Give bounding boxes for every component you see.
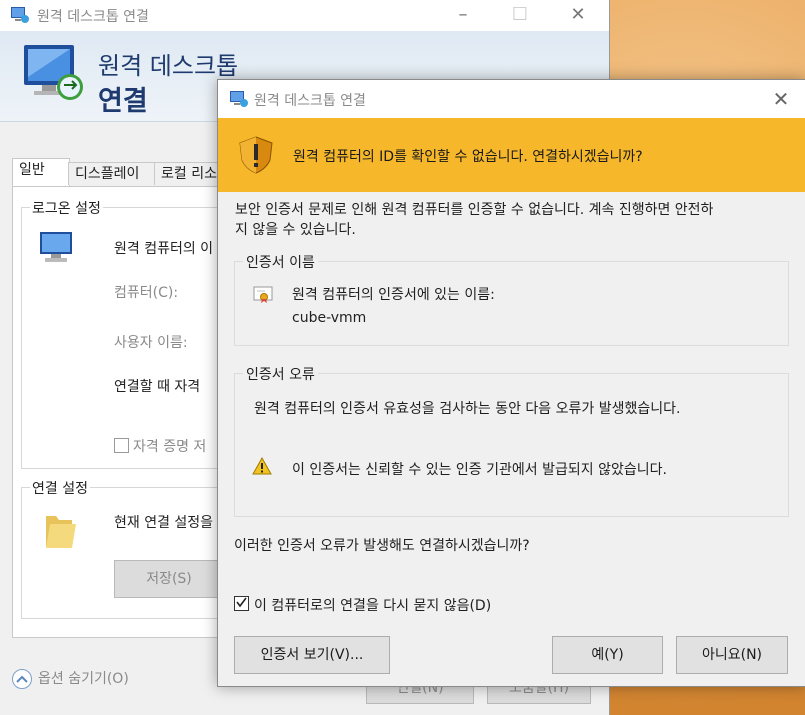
dialog-titlebar: 원격 데스크톱 연결 ✕ <box>218 80 805 118</box>
yes-button[interactable]: 예(Y) <box>552 636 663 674</box>
main-titlebar: 원격 데스크톱 연결 – ☐ ✕ <box>0 0 609 31</box>
chevron-up-icon <box>12 669 32 689</box>
logon-group-label: 로그온 설정 <box>30 198 103 218</box>
logon-intro-text: 원격 컴퓨터의 이 <box>114 241 214 257</box>
no-button[interactable]: 아니요(N) <box>676 636 788 674</box>
certificate-warning-dialog: 원격 데스크톱 연결 ✕ 원격 컴퓨터의 ID를 확인할 수 없습니다. 연결하… <box>217 79 805 687</box>
warning-triangle-icon <box>252 457 272 475</box>
close-button[interactable]: ✕ <box>566 4 590 26</box>
main-window-title: 원격 데스크톱 연결 <box>37 9 149 25</box>
check-icon <box>236 597 247 608</box>
continue-question: 이러한 인증서 오류가 발생해도 연결하시겠습니까? <box>234 538 530 554</box>
cert-error-text: 원격 컴퓨터의 인증서 유효성을 검사하는 동안 다음 오류가 발생했습니다. <box>254 401 681 417</box>
dont-ask-label[interactable]: 이 컴퓨터로의 연결을 다시 묻지 않음(D) <box>254 595 491 615</box>
remote-desktop-icon <box>24 45 83 100</box>
description-line2: 지 않을 수 있습니다. <box>235 222 356 238</box>
cert-error-group-label: 인증서 오류 <box>243 364 318 384</box>
dialog-title: 원격 데스크톱 연결 <box>254 93 366 109</box>
cert-name-group-label: 인증서 이름 <box>243 252 318 272</box>
connection-group-label: 연결 설정 <box>30 478 90 498</box>
computer-label: 컴퓨터(C): <box>114 285 179 301</box>
view-certificate-button[interactable]: 인증서 보기(V)... <box>234 636 390 674</box>
tab-general[interactable]: 일반 <box>12 158 70 187</box>
save-settings-button[interactable]: 저장(S) <box>114 560 224 598</box>
certificate-icon <box>253 286 273 303</box>
certificate-error-group: 인증서 오류 원격 컴퓨터의 인증서 유효성을 검사하는 동안 다음 오류가 발… <box>234 364 789 517</box>
shield-warning-icon <box>239 136 273 174</box>
minimize-button[interactable]: – <box>451 4 475 26</box>
folder-icon <box>46 516 76 548</box>
cert-error-item: 이 인증서는 신뢰할 수 있는 인증 기관에서 발급되지 않았습니다. <box>292 462 667 478</box>
warning-message: 원격 컴퓨터의 ID를 확인할 수 없습니다. 연결하시겠습니까? <box>293 149 643 165</box>
username-label: 사용자 이름: <box>114 335 188 351</box>
save-credentials-label: 자격 증명 저 <box>133 439 207 455</box>
hide-options-toggle[interactable]: 옵션 숨기기(O) <box>12 668 129 689</box>
banner-line1: 원격 데스크톱 <box>98 52 239 80</box>
rdp-app-icon <box>230 91 248 107</box>
save-credentials-checkbox[interactable] <box>114 438 129 453</box>
description-line1: 보안 인증서 문제로 인해 원격 컴퓨터를 인증할 수 없습니다. 계속 진행하… <box>235 202 714 218</box>
tab-display[interactable]: 디스플레이 <box>68 162 162 185</box>
dont-ask-checkbox[interactable] <box>234 596 249 611</box>
connect-credential-text: 연결할 때 자격 <box>114 379 201 395</box>
dialog-close-button[interactable]: ✕ <box>769 87 793 111</box>
connection-settings-text: 현재 연결 설정을 <box>114 515 214 531</box>
hide-options-label: 옵션 숨기기(O) <box>38 671 129 687</box>
banner-line2: 연결 <box>98 86 148 117</box>
maximize-button[interactable]: ☐ <box>508 4 532 26</box>
cert-name-value: cube-vmm <box>292 310 367 326</box>
cert-name-text: 원격 컴퓨터의 인증서에 있는 이름: <box>292 287 495 303</box>
certificate-name-group: 인증서 이름 원격 컴퓨터의 인증서에 있는 이름: cube-vmm <box>234 252 789 346</box>
rdp-app-icon <box>11 7 29 23</box>
computer-icon <box>40 232 72 262</box>
warning-banner: 원격 컴퓨터의 ID를 확인할 수 없습니다. 연결하시겠습니까? <box>218 118 805 192</box>
